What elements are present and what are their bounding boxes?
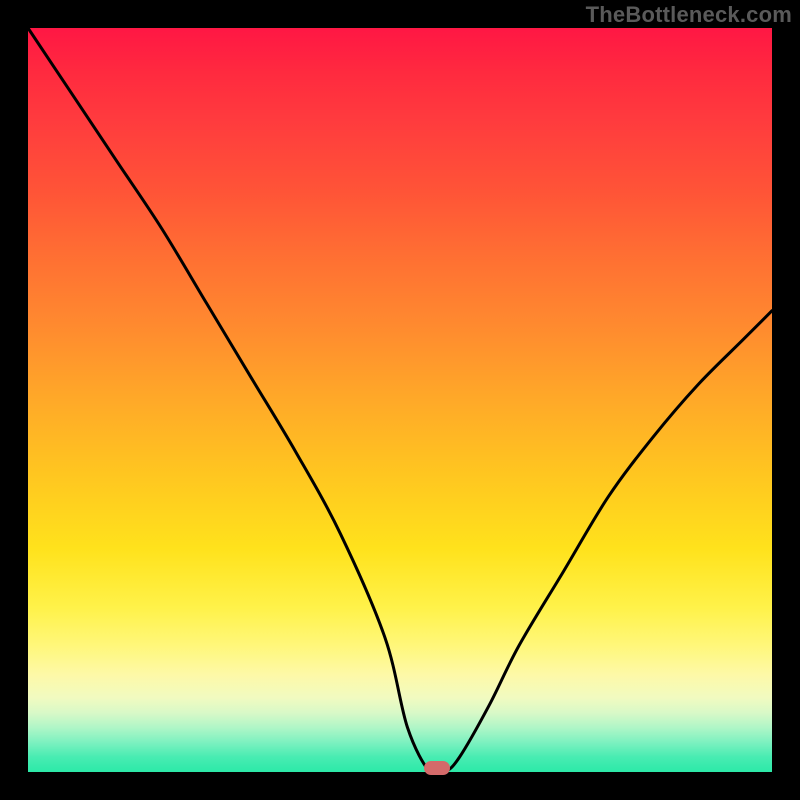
optimal-marker	[424, 761, 450, 775]
watermark-text: TheBottleneck.com	[586, 2, 792, 28]
bottleneck-curve	[28, 28, 772, 776]
chart-frame: TheBottleneck.com	[0, 0, 800, 800]
curve-svg	[28, 28, 772, 772]
plot-area	[28, 28, 772, 772]
